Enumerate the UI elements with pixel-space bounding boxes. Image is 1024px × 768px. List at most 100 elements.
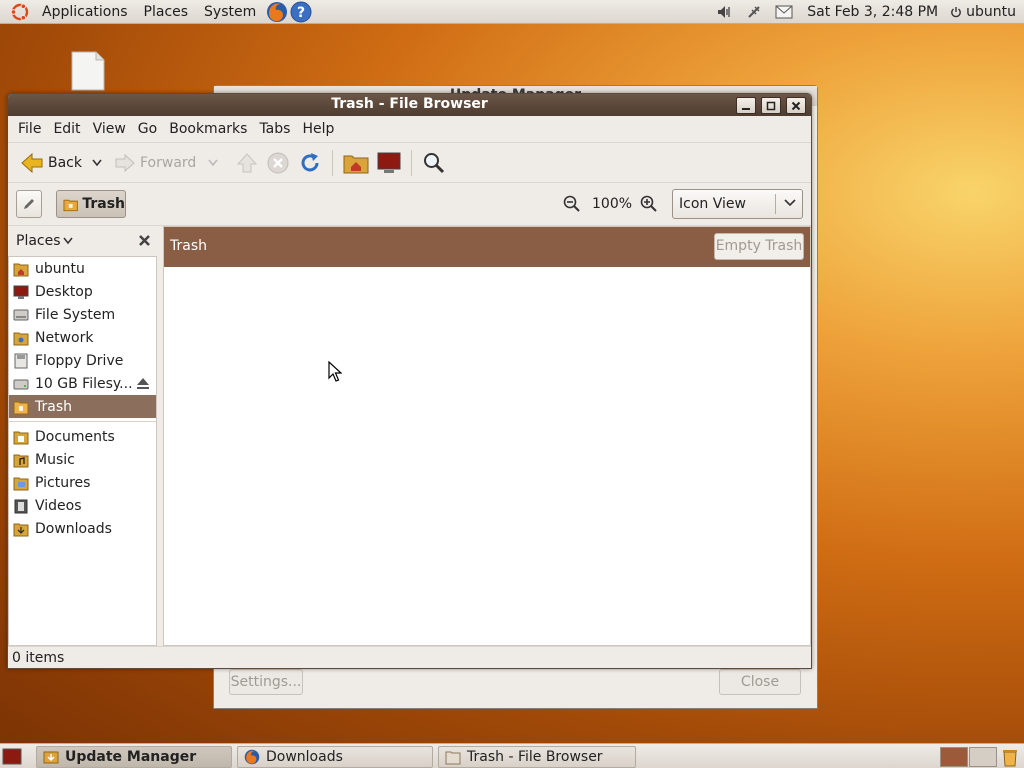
forward-history-dropdown[interactable] [208, 159, 218, 167]
eject-button[interactable] [136, 377, 150, 394]
trash-icon [63, 199, 78, 212]
search-button[interactable] [418, 147, 450, 179]
close-button[interactable]: Close [719, 669, 801, 695]
view-mode-select[interactable]: Icon View [672, 189, 803, 219]
ubuntu-logo-icon[interactable] [10, 2, 30, 22]
chevron-down-icon [784, 199, 796, 207]
show-desktop-button[interactable] [2, 748, 22, 768]
top-panel: Applications Places System ? Sat Feb 3, … [0, 0, 1024, 24]
desktop-file-icon[interactable] [70, 50, 106, 92]
menu-go-label: Go [137, 121, 158, 137]
sidebar-item-label: Floppy Drive [35, 352, 124, 369]
task-update-manager[interactable]: Update Manager [36, 746, 232, 768]
stop-button[interactable] [262, 147, 294, 179]
applications-menu[interactable]: Applications [34, 4, 136, 20]
sidebar-item-10gb-filesystem[interactable]: 10 GB Filesy... [9, 372, 156, 395]
zoom-level[interactable]: 100% [592, 196, 632, 212]
toolbar-separator [411, 149, 413, 176]
path-button-label: Trash [82, 196, 125, 212]
sidebar-item-network[interactable]: Network [9, 326, 156, 349]
forward-label: Forward [140, 154, 197, 171]
titlebar[interactable]: Trash - File Browser [8, 94, 811, 116]
zoom-in-button[interactable] [640, 195, 658, 217]
menu-edit[interactable]: Edit [47, 121, 86, 137]
pictures-folder-icon [13, 477, 29, 490]
sidebar-item-downloads[interactable]: Downloads [9, 517, 156, 540]
floppy-icon [14, 353, 28, 368]
reload-icon [301, 152, 319, 171]
sidebar-type-label: Places [16, 233, 61, 249]
maximize-icon [766, 101, 776, 110]
sidebar-item-label: File System [35, 306, 116, 323]
sidebar-item-label: ubuntu [35, 260, 85, 277]
sidebar-item-pictures[interactable]: Pictures [9, 471, 156, 494]
sidebar-close-button[interactable] [138, 234, 151, 251]
home-button[interactable] [339, 147, 373, 179]
sidebar-item-ubuntu[interactable]: ubuntu [9, 257, 156, 280]
svg-text:?: ? [297, 5, 305, 21]
zoom-out-button[interactable] [563, 195, 581, 217]
sidebar-item-videos[interactable]: Videos [9, 494, 156, 517]
trash-info-bar: Trash Empty Trash [164, 227, 810, 267]
menu-file[interactable]: File [12, 121, 47, 137]
sidebar-item-documents[interactable]: Documents [9, 425, 156, 448]
back-history-dropdown[interactable] [92, 159, 102, 167]
sidebar-item-floppy[interactable]: Floppy Drive [9, 349, 156, 372]
mail-icon[interactable] [775, 3, 793, 21]
zoom-in-icon [640, 195, 657, 212]
menu-view-label: View [92, 121, 126, 137]
reload-button[interactable] [294, 147, 326, 179]
network-icon[interactable] [745, 3, 763, 21]
task-label: Trash - File Browser [467, 749, 603, 765]
sidebar-divider [9, 421, 156, 422]
menu-edit-label: Edit [53, 121, 81, 137]
volume-icon[interactable] [715, 3, 733, 21]
up-button[interactable] [232, 147, 262, 179]
task-trash-file-browser[interactable]: Trash - File Browser [438, 746, 636, 768]
task-downloads[interactable]: Downloads [237, 746, 433, 768]
sidebar-item-trash[interactable]: Trash [9, 395, 156, 418]
maximize-button[interactable] [761, 97, 781, 114]
downloads-folder-icon [13, 523, 29, 536]
sidebar-item-file-system[interactable]: File System [9, 303, 156, 326]
clock[interactable]: Sat Feb 3, 2:48 PM [799, 4, 946, 20]
settings-button[interactable]: Settings... [229, 669, 303, 695]
menu-bookmarks[interactable]: Bookmarks [163, 121, 253, 137]
trash-applet[interactable] [1000, 747, 1020, 768]
toggle-location-button[interactable] [16, 190, 42, 218]
menu-help[interactable]: Help [296, 121, 340, 137]
close-window-button[interactable] [786, 97, 806, 114]
sidebar-item-label: Videos [35, 497, 82, 514]
places-list: ubuntu Desktop File System Network Flopp… [8, 256, 157, 646]
menu-go[interactable]: Go [132, 121, 163, 137]
path-button-trash[interactable]: Trash [56, 190, 126, 218]
system-menu[interactable]: System [196, 4, 264, 20]
forward-button[interactable]: Forward [110, 147, 200, 179]
trash-icon [445, 751, 461, 765]
sidebar-item-label: Music [35, 451, 75, 468]
sidebar-item-desktop[interactable]: Desktop [9, 280, 156, 303]
empty-trash-button[interactable]: Empty Trash [714, 233, 804, 260]
computer-button[interactable] [373, 147, 405, 179]
file-browser-window[interactable]: Trash - File Browser File Edit View Go B… [7, 93, 812, 669]
firefox-icon[interactable] [266, 1, 288, 23]
file-view[interactable]: Trash Empty Trash [163, 226, 811, 646]
user-menu[interactable]: ubuntu [946, 4, 1024, 20]
minimize-button[interactable] [736, 97, 756, 114]
workspace-2[interactable] [969, 747, 997, 767]
help-icon[interactable]: ? [290, 1, 312, 23]
computer-icon [377, 152, 401, 173]
zoom-out-icon [563, 195, 580, 212]
menu-view[interactable]: View [87, 121, 132, 137]
close-icon [791, 101, 801, 110]
places-menu[interactable]: Places [136, 4, 197, 20]
user-name: ubuntu [966, 4, 1016, 20]
back-button[interactable]: Back [16, 147, 86, 179]
chevron-down-icon [62, 237, 73, 245]
sidebar-item-label: Documents [35, 428, 115, 445]
workspace-1[interactable] [940, 747, 968, 767]
sidebar-type-selector[interactable]: Places [16, 233, 73, 249]
task-label: Downloads [266, 749, 343, 765]
menu-tabs[interactable]: Tabs [253, 121, 296, 137]
sidebar-item-music[interactable]: Music [9, 448, 156, 471]
